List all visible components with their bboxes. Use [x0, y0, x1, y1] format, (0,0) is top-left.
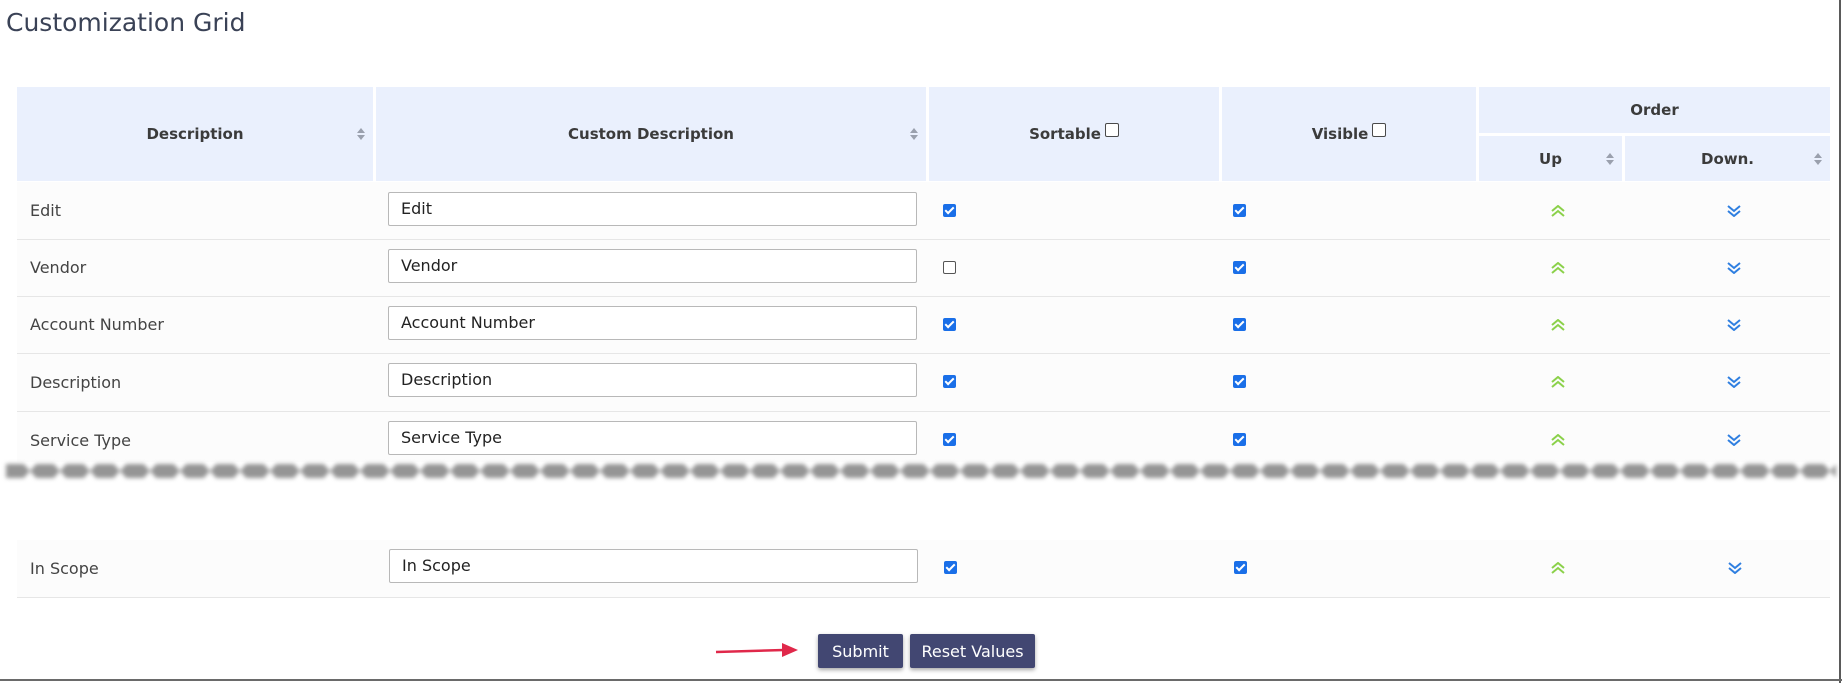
row-description: Vendor: [30, 258, 87, 277]
custom-description-input[interactable]: Vendor: [388, 249, 917, 283]
sortable-select-all-checkbox[interactable]: [1104, 123, 1119, 137]
move-up-icon[interactable]: [1550, 319, 1566, 331]
red-arrow-icon: [715, 643, 798, 657]
move-down-icon[interactable]: [1726, 205, 1742, 217]
reset-values-button[interactable]: Reset Values: [910, 634, 1035, 668]
sortable-checkbox[interactable]: [943, 261, 956, 274]
sortable-checkbox[interactable]: [943, 433, 956, 446]
table-row: Service Type Service Type: [17, 412, 1830, 462]
visible-checkbox[interactable]: [1233, 375, 1246, 388]
column-header-down[interactable]: Down.: [1625, 136, 1830, 181]
visible-checkbox[interactable]: [1233, 261, 1246, 274]
custom-description-input[interactable]: Description: [388, 363, 917, 397]
sortable-checkbox[interactable]: [943, 204, 956, 217]
move-down-icon[interactable]: [1726, 319, 1742, 331]
custom-description-input[interactable]: Service Type: [388, 421, 917, 455]
custom-description-input[interactable]: In Scope: [389, 549, 918, 583]
column-header-order-label: Order: [1630, 101, 1679, 119]
column-header-up[interactable]: Up: [1479, 136, 1622, 181]
move-up-icon[interactable]: [1550, 262, 1566, 274]
page-title: Customization Grid: [6, 8, 246, 37]
column-header-custom-description[interactable]: Custom Description: [376, 87, 926, 181]
row-description: In Scope: [30, 559, 99, 578]
column-header-custom-description-label: Custom Description: [568, 125, 734, 143]
window-edge: [1839, 0, 1841, 683]
column-header-visible: Visible: [1222, 87, 1476, 181]
sort-icon[interactable]: [357, 128, 365, 140]
column-header-up-label: Up: [1539, 149, 1562, 168]
row-description: Service Type: [30, 431, 131, 450]
visible-checkbox[interactable]: [1233, 433, 1246, 446]
move-down-icon[interactable]: [1726, 262, 1742, 274]
window-edge: [0, 679, 1842, 681]
table-row: Vendor Vendor: [17, 240, 1830, 297]
sortable-checkbox[interactable]: [943, 375, 956, 388]
table-row: Account Number Account Number: [17, 297, 1830, 354]
row-description: Account Number: [30, 315, 164, 334]
column-header-order: Order: [1479, 87, 1830, 133]
move-up-icon[interactable]: [1550, 434, 1566, 446]
column-header-sortable: Sortable: [929, 87, 1219, 181]
visible-checkbox[interactable]: [1234, 561, 1247, 574]
column-header-sortable-label: Sortable: [1029, 125, 1101, 143]
submit-button[interactable]: Submit: [818, 634, 903, 668]
move-down-icon[interactable]: [1726, 376, 1742, 388]
custom-description-input[interactable]: Account Number: [388, 306, 917, 340]
table-row: In Scope In Scope: [17, 540, 1830, 598]
column-header-description[interactable]: Description: [17, 87, 373, 181]
move-up-icon[interactable]: [1550, 205, 1566, 217]
torn-edge-divider: [6, 464, 1836, 478]
sort-icon[interactable]: [1814, 152, 1822, 165]
visible-checkbox[interactable]: [1233, 204, 1246, 217]
row-description: Description: [30, 373, 122, 392]
column-header-down-label: Down.: [1701, 149, 1754, 168]
sort-icon[interactable]: [910, 128, 918, 140]
row-description: Edit: [30, 201, 61, 220]
custom-description-input[interactable]: Edit: [388, 192, 917, 226]
move-down-icon[interactable]: [1727, 562, 1743, 574]
move-down-icon[interactable]: [1726, 434, 1742, 446]
move-up-icon[interactable]: [1550, 376, 1566, 388]
sortable-checkbox[interactable]: [943, 318, 956, 331]
visible-checkbox[interactable]: [1233, 318, 1246, 331]
sort-icon[interactable]: [1606, 152, 1614, 165]
column-header-visible-label: Visible: [1311, 125, 1369, 143]
column-header-description-label: Description: [146, 125, 244, 143]
table-row: Edit Edit: [17, 182, 1830, 240]
move-up-icon[interactable]: [1550, 562, 1566, 574]
sortable-checkbox[interactable]: [944, 561, 957, 574]
table-row: Description Description: [17, 354, 1830, 412]
visible-select-all-checkbox[interactable]: [1372, 123, 1387, 137]
